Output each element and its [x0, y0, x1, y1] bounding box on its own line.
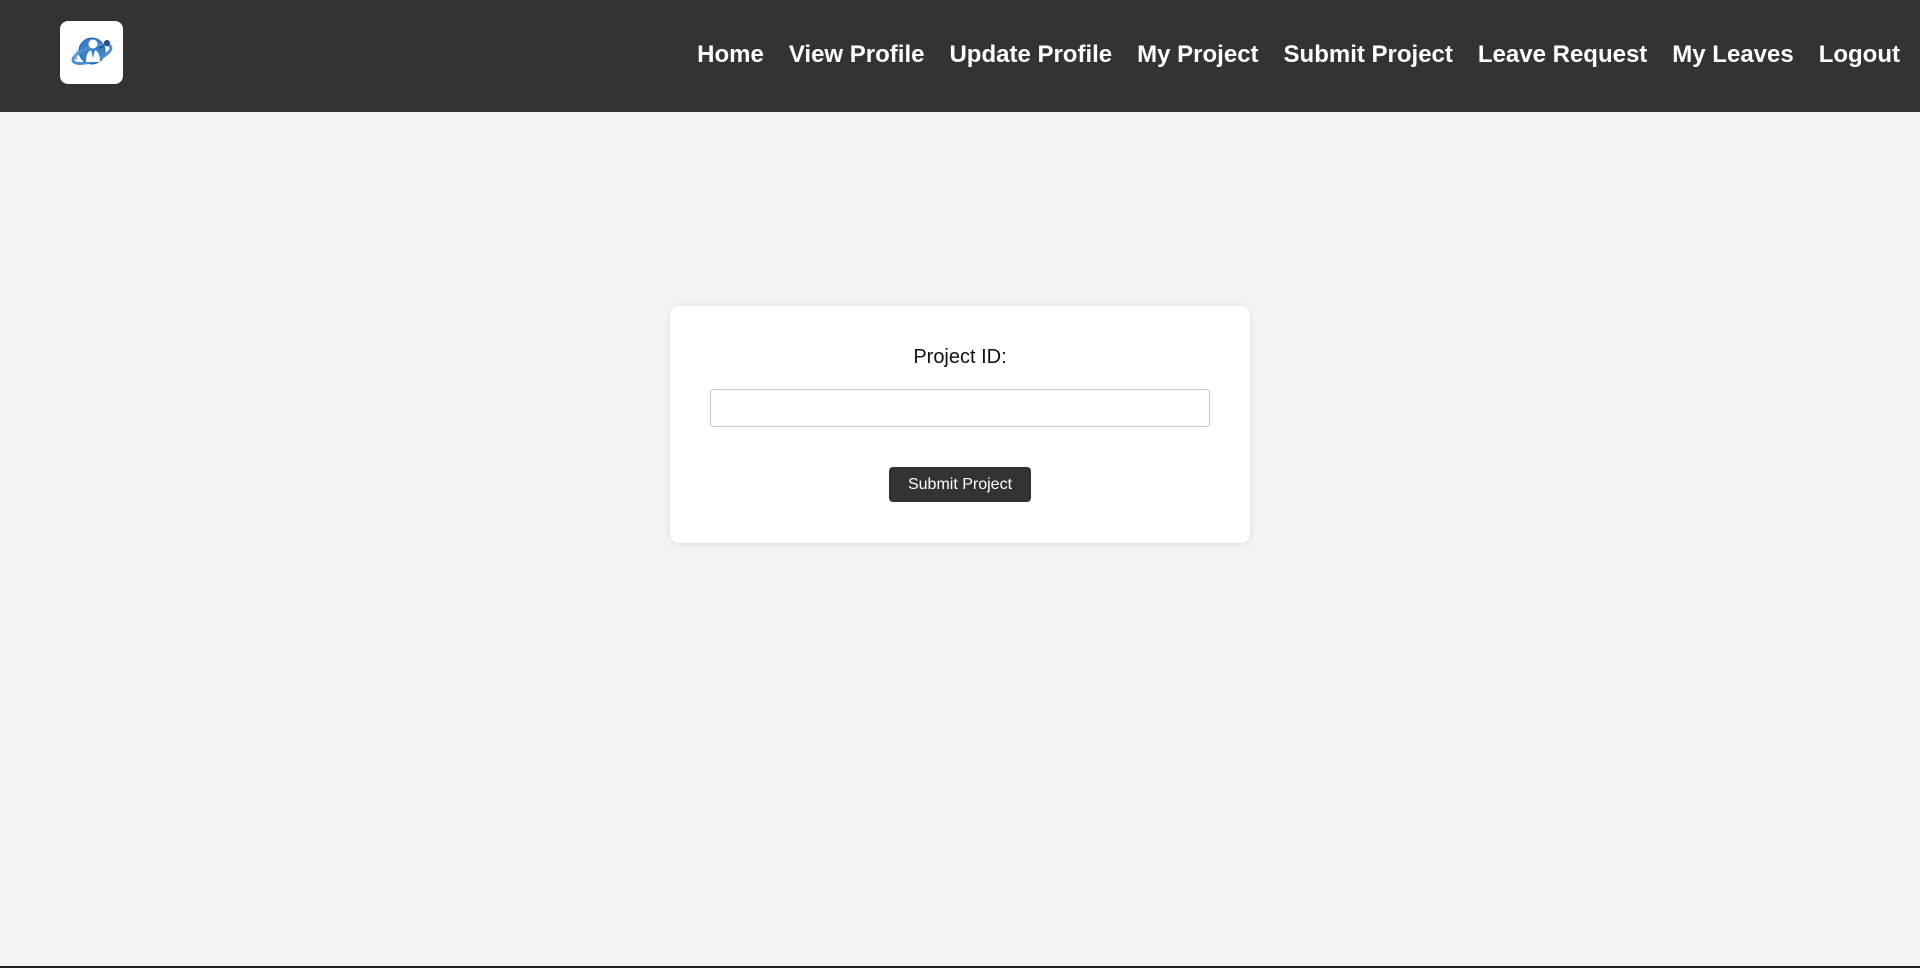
submit-project-card: Project ID: Submit Project — [670, 306, 1250, 543]
nav-my-project[interactable]: My Project — [1137, 41, 1258, 69]
nav-submit-project[interactable]: Submit Project — [1284, 41, 1453, 69]
top-navbar: Home View Profile Update Profile My Proj… — [0, 0, 1920, 112]
nav-my-leaves[interactable]: My Leaves — [1672, 41, 1793, 69]
employee-globe-logo-icon — [71, 37, 112, 65]
nav-leave-request[interactable]: Leave Request — [1478, 41, 1647, 69]
logo[interactable] — [60, 20, 123, 84]
project-id-input[interactable] — [710, 389, 1210, 427]
project-id-label: Project ID: — [913, 346, 1007, 368]
nav-view-profile[interactable]: View Profile — [789, 41, 925, 69]
nav-links: Home View Profile Update Profile My Proj… — [697, 41, 1900, 69]
nav-update-profile[interactable]: Update Profile — [949, 41, 1112, 69]
submit-project-button[interactable]: Submit Project — [889, 467, 1031, 502]
nav-home[interactable]: Home — [697, 41, 764, 69]
nav-logout[interactable]: Logout — [1819, 41, 1900, 69]
